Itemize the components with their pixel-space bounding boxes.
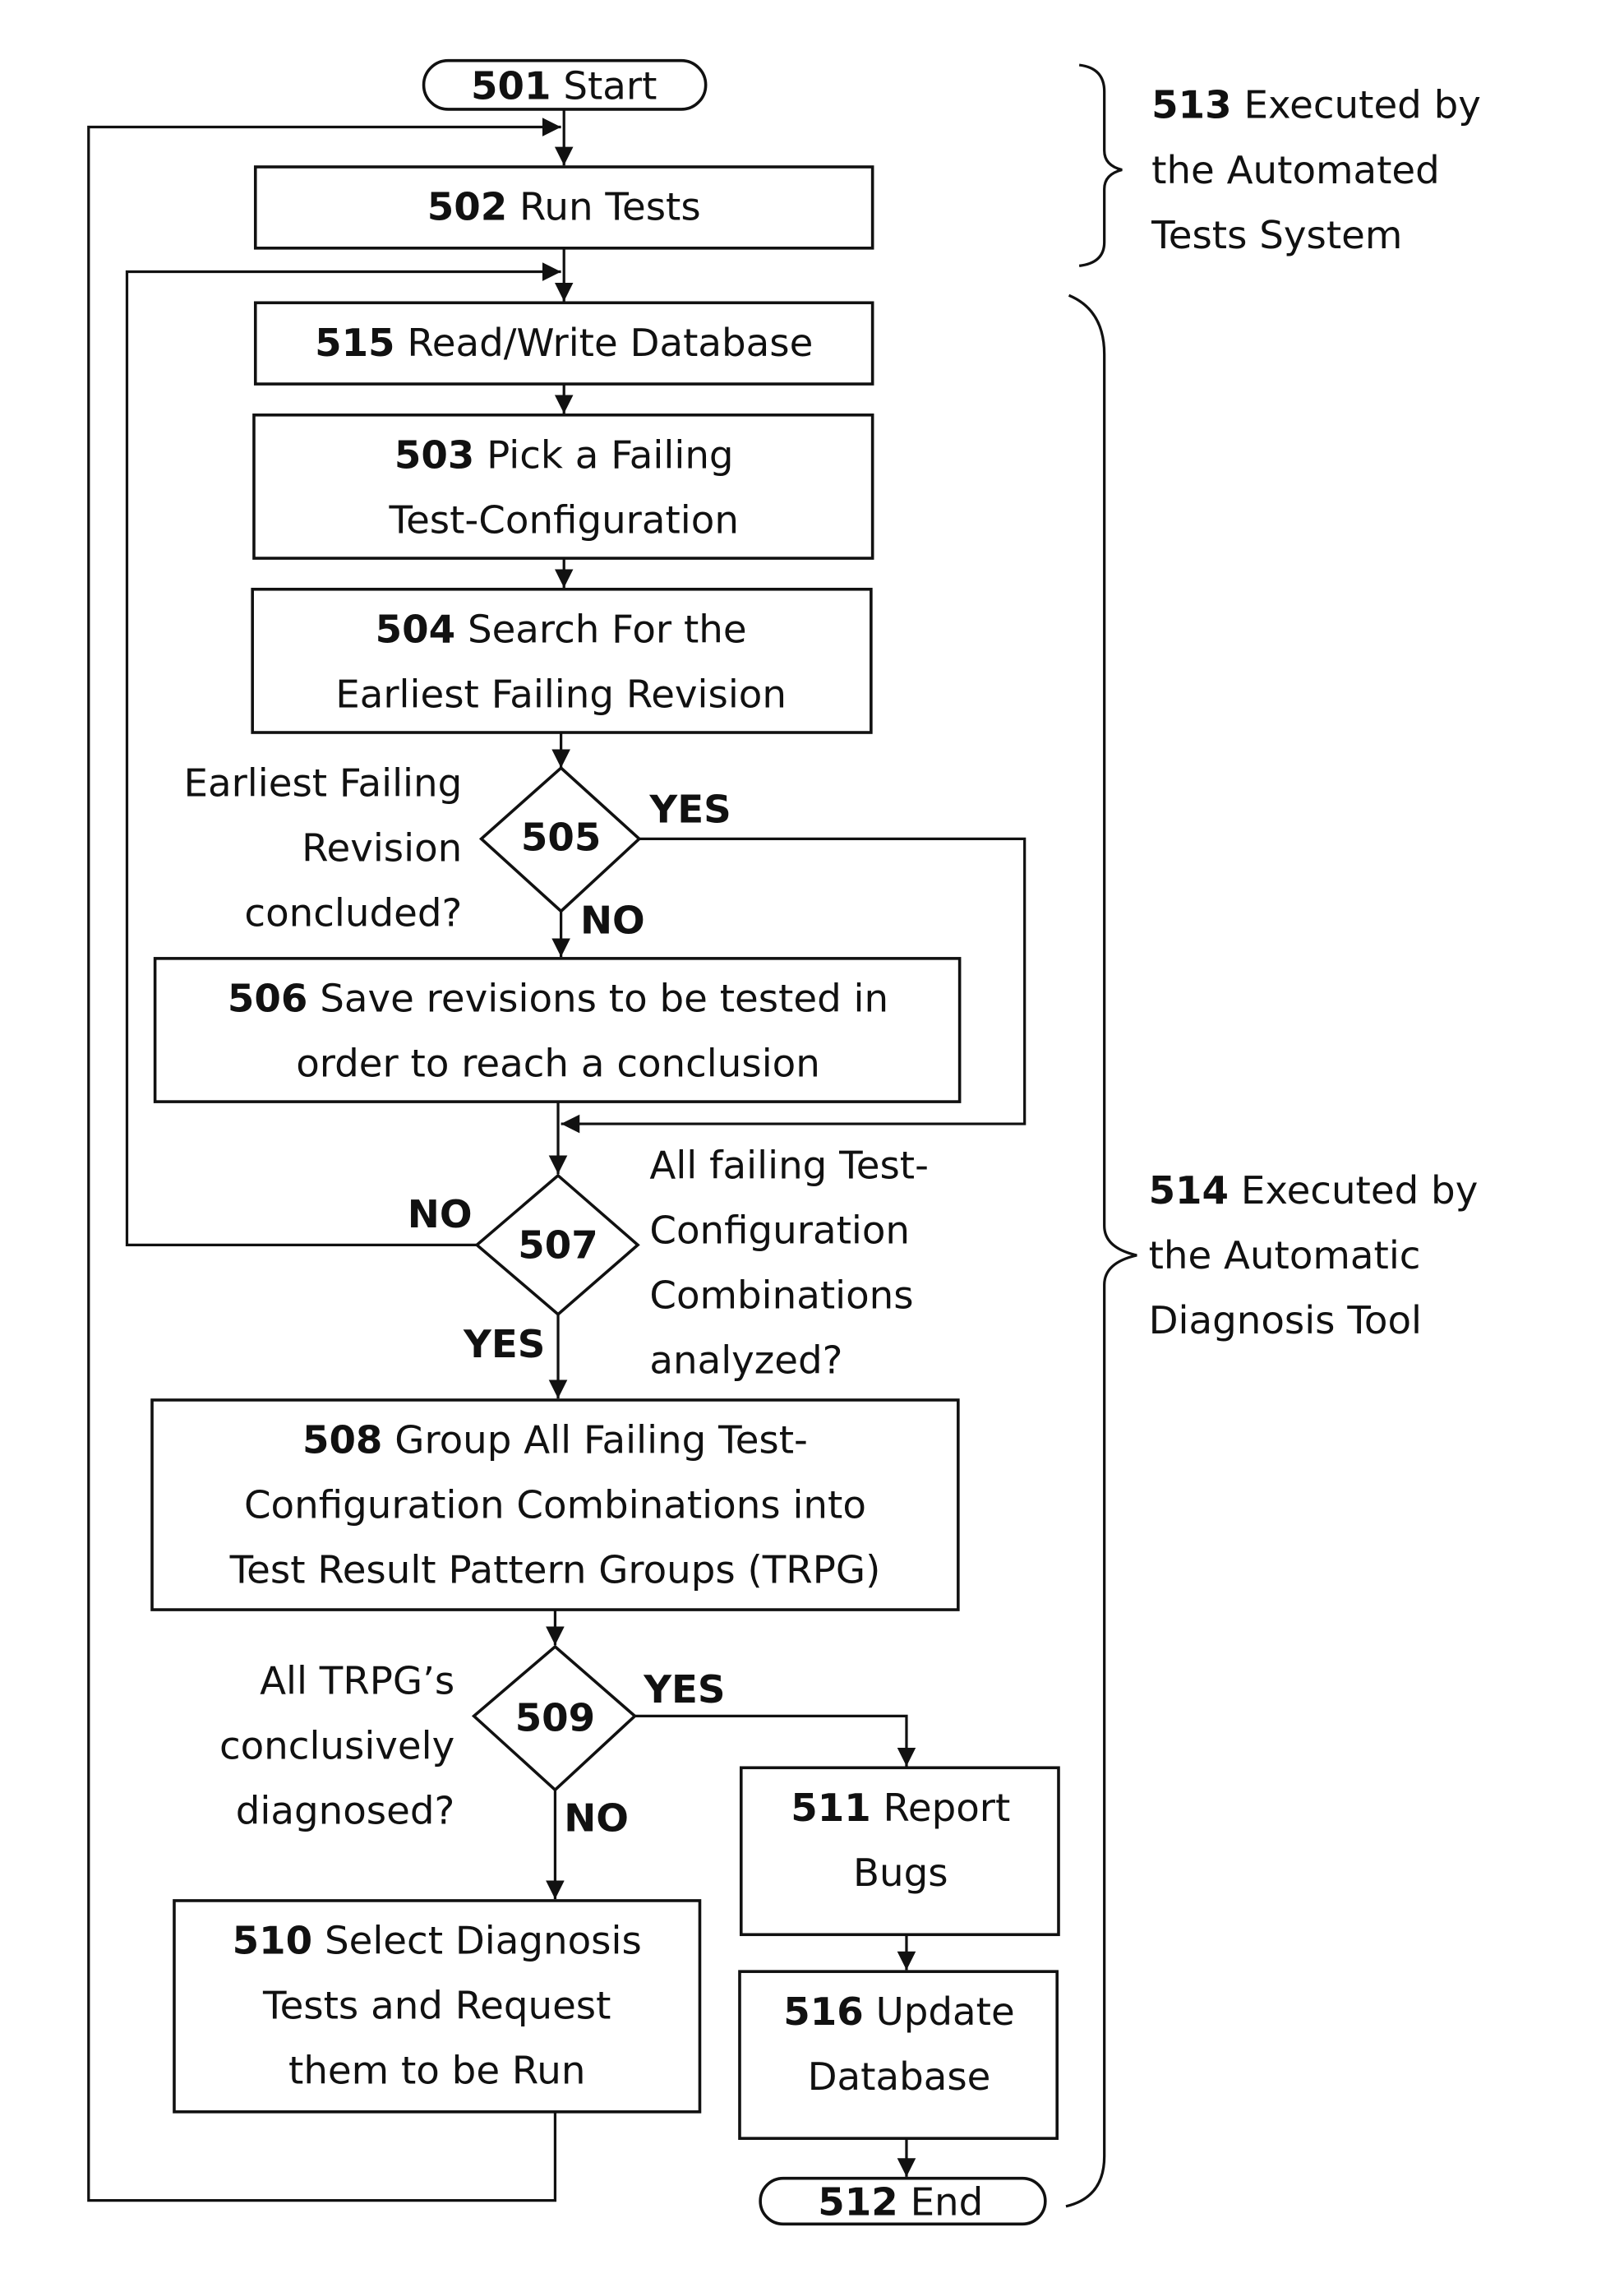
svg-text:Diagnosis Tool: Diagnosis Tool (1149, 1299, 1422, 1343)
svg-text:conclusively: conclusively (219, 1724, 454, 1768)
svg-text:514 Executed by: 514 Executed by (1149, 1169, 1479, 1213)
svg-text:Tests System: Tests System (1151, 214, 1402, 258)
svg-text:analyzed?: analyzed? (649, 1339, 842, 1384)
svg-text:Configuration Combinations int: Configuration Combinations into (244, 1484, 866, 1528)
label-yes: YES (648, 788, 731, 833)
node-506-save-revisions: 506 Save revisions to be tested in order… (153, 957, 962, 1103)
svg-text:510 Select Diagnosis: 510 Select Diagnosis (233, 1920, 642, 1964)
label-no: NO (408, 1193, 473, 1237)
brace-514: 514 Executed by the Automatic Diagnosis … (1065, 293, 1479, 2208)
svg-text:the Automated: the Automated (1151, 149, 1440, 193)
label-yes: YES (463, 1323, 545, 1367)
node-510-select-diagnosis: 510 Select Diagnosis Tests and Request t… (173, 1899, 702, 2114)
svg-text:Earliest Failing Revision: Earliest Failing Revision (335, 672, 787, 717)
label-no: NO (564, 1797, 629, 1841)
node-511-report-bugs: 511 Report Bugs (739, 1766, 1060, 1937)
node-516-update-database: 516 Update Database (738, 1970, 1059, 2140)
node-515-read-write-database: 515 Read/Write Database (253, 301, 874, 386)
node-512-end: 512 End (759, 2176, 1047, 2226)
svg-text:516 Update: 516 Update (783, 1990, 1014, 2035)
node-502-run-tests: 502 Run Tests (253, 165, 874, 250)
brace-513: 513 Executed by the Automated Tests Syst… (1078, 63, 1481, 267)
svg-text:Configuration: Configuration (649, 1209, 910, 1254)
decision-509: 509 All TRPG’s conclusively diagnosed? Y… (219, 1644, 726, 1841)
svg-text:diagnosed?: diagnosed? (236, 1790, 454, 1834)
svg-text:Earliest Failing: Earliest Failing (183, 761, 462, 806)
svg-text:512 End: 512 End (818, 2181, 983, 2225)
flowchart: 501 Start 502 Run Tests 515 Read/Write D… (87, 58, 1481, 2226)
svg-text:Database: Database (808, 2055, 991, 2100)
svg-text:Test-Configuration: Test-Configuration (389, 499, 739, 543)
svg-text:515 Read/Write Database: 515 Read/Write Database (315, 321, 813, 366)
svg-text:503 Pick a Failing: 503 Pick a Failing (394, 433, 734, 478)
svg-text:502 Run Tests: 502 Run Tests (427, 186, 701, 230)
svg-text:507: 507 (518, 1224, 597, 1268)
svg-text:Bugs: Bugs (853, 1851, 948, 1896)
svg-text:511 Report: 511 Report (791, 1786, 1010, 1831)
svg-text:All failing Test-: All failing Test- (649, 1144, 929, 1189)
decision-505: 505 Earliest Failing Revision concluded?… (183, 761, 731, 943)
node-503-pick-failing: 503 Pick a Failing Test-Configuration (252, 414, 874, 560)
svg-text:order to reach a conclusion: order to reach a conclusion (296, 1042, 820, 1087)
svg-text:506 Save revisions to be teste: 506 Save revisions to be tested in (228, 977, 888, 1022)
node-508-group-trpg: 508 Group All Failing Test- Configuratio… (150, 1398, 960, 1611)
decision-507: 507 All failing Test- Configuration Comb… (408, 1144, 929, 1384)
svg-text:509: 509 (515, 1696, 595, 1740)
svg-text:505: 505 (521, 816, 601, 861)
svg-text:concluded?: concluded? (244, 891, 462, 936)
arrow-509-yes (634, 1714, 916, 1767)
svg-text:them to be Run: them to be Run (288, 2049, 585, 2094)
svg-text:Test Result Pattern Groups (TR: Test Result Pattern Groups (TRPG) (229, 1549, 881, 1593)
svg-text:513 Executed by: 513 Executed by (1151, 84, 1481, 128)
node-501-start: 501 Start (422, 58, 708, 111)
svg-text:Tests and Request: Tests and Request (262, 1985, 611, 2029)
svg-text:Combinations: Combinations (649, 1274, 913, 1319)
svg-text:501 Start: 501 Start (471, 64, 657, 109)
svg-text:All TRPG’s: All TRPG’s (260, 1659, 454, 1703)
svg-text:Revision: Revision (302, 826, 462, 871)
label-no: NO (580, 899, 645, 943)
svg-text:504 Search For the: 504 Search For the (376, 608, 747, 652)
node-504-search-earliest: 504 Search For the Earliest Failing Revi… (251, 587, 873, 734)
label-yes: YES (643, 1668, 725, 1712)
svg-text:508 Group All Failing Test-: 508 Group All Failing Test- (302, 1419, 808, 1463)
svg-text:the Automatic: the Automatic (1149, 1234, 1421, 1278)
